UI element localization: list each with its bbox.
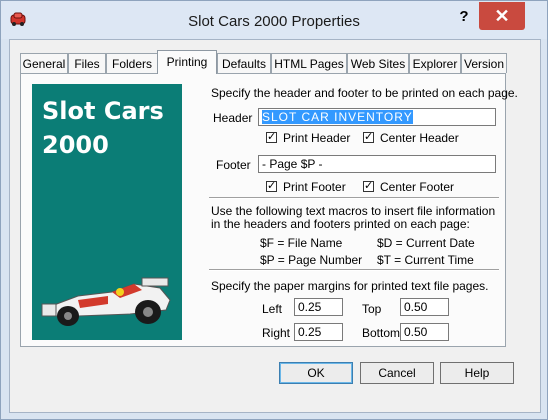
right-margin-input[interactable]: 0.25 <box>294 323 343 341</box>
print-header-label: Print Header <box>283 131 351 145</box>
tab-general[interactable]: General <box>20 53 68 73</box>
center-footer-checkbox[interactable] <box>363 179 374 192</box>
header-label: Header <box>213 111 253 125</box>
print-header-checkbox[interactable] <box>266 130 277 143</box>
logo-line-1: Slot Cars <box>42 97 164 125</box>
print-footer-checkbox[interactable] <box>266 179 277 192</box>
dialog-client-area: General Files Folders Printing Defaults … <box>9 39 541 413</box>
macros-text-line-2: in the headers and footers printed on ea… <box>211 217 470 231</box>
top-margin-input[interactable]: 0.50 <box>400 298 449 316</box>
footer-input[interactable]: - Page $P - <box>258 155 496 173</box>
footer-label: Footer <box>216 158 251 172</box>
cancel-button[interactable]: Cancel <box>360 362 434 384</box>
top-margin-label: Top <box>362 302 382 316</box>
tab-html-pages[interactable]: HTML Pages <box>271 53 347 73</box>
slot-cars-logo: Slot Cars 2000 <box>32 84 182 340</box>
properties-window: Slot Cars 2000 Properties ? ✕ General Fi… <box>0 0 548 420</box>
right-margin-label: Right <box>262 326 291 340</box>
left-margin-label: Left <box>262 302 283 316</box>
margins-intro: Specify the paper margins for printed te… <box>211 279 489 293</box>
macros-text-line-1: Use the following text macros to insert … <box>211 204 496 218</box>
tab-files[interactable]: Files <box>68 53 106 73</box>
macro-page-number: $P = Page Number <box>260 253 363 267</box>
separator-1 <box>209 197 499 199</box>
bottom-margin-input[interactable]: 0.50 <box>400 323 449 341</box>
center-header-label: Center Header <box>380 131 459 145</box>
tab-web-sites[interactable]: Web Sites <box>347 53 409 73</box>
header-input[interactable]: SLOT CAR INVENTORY <box>258 108 496 126</box>
logo-text: Slot Cars 2000 <box>42 94 177 162</box>
tab-printing[interactable]: Printing <box>157 50 217 74</box>
center-footer-label: Center Footer <box>380 180 455 194</box>
macro-current-date: $D = Current Date <box>377 236 475 250</box>
center-header-checkbox[interactable] <box>363 130 374 143</box>
tab-version[interactable]: Version <box>461 53 507 73</box>
macro-file-name: $F = File Name <box>260 236 343 250</box>
bottom-margin-label: Bottom <box>362 326 401 340</box>
help-button[interactable]: Help <box>440 362 514 384</box>
tab-folders[interactable]: Folders <box>106 53 158 73</box>
race-car-image <box>41 277 171 326</box>
tab-defaults[interactable]: Defaults <box>217 53 271 73</box>
print-footer-label: Print Footer <box>283 180 346 194</box>
close-button[interactable]: ✕ <box>479 2 525 30</box>
ok-button[interactable]: OK <box>279 362 353 384</box>
macro-current-time: $T = Current Time <box>377 253 474 267</box>
header-footer-intro: Specify the header and footer to be prin… <box>211 86 518 100</box>
title-bar: Slot Cars 2000 Properties ? ✕ <box>1 1 547 39</box>
left-margin-input[interactable]: 0.25 <box>294 298 343 316</box>
separator-2 <box>209 269 499 271</box>
logo-line-2: 2000 <box>42 131 109 159</box>
help-icon[interactable]: ? <box>456 9 472 25</box>
tab-explorer[interactable]: Explorer <box>409 53 461 73</box>
